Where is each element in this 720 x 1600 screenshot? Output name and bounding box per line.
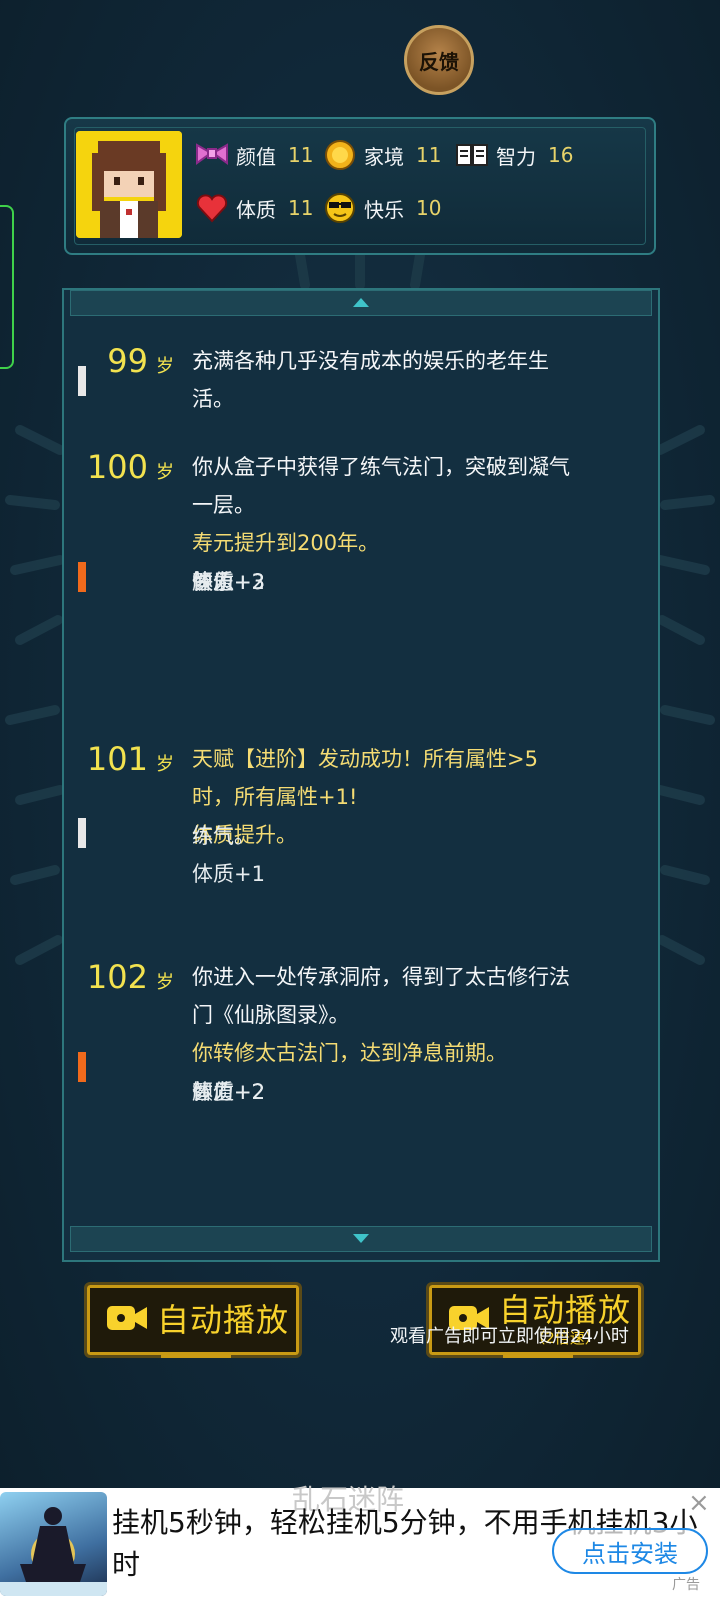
log-age: 102 岁	[64, 958, 174, 996]
sunglasses-face-icon	[322, 190, 358, 226]
log-line: 体质+1	[192, 862, 265, 886]
stat-label: 体质	[236, 197, 276, 222]
character-avatar	[76, 131, 182, 238]
age-suffix: 岁	[156, 754, 174, 775]
stat-label: 家境	[364, 144, 404, 169]
side-drawer-tab[interactable]	[0, 205, 14, 369]
feedback-label: 反馈	[419, 49, 459, 74]
scroll-down-bar[interactable]	[70, 1226, 652, 1252]
auto-play-button[interactable]: 自动播放	[84, 1282, 302, 1358]
entry-marker	[78, 818, 86, 848]
stat-value: 11	[288, 196, 314, 220]
log-line: 充满各种几乎没有成本的娱乐的老年生	[192, 349, 549, 373]
age-suffix: 岁	[156, 356, 174, 377]
log-line: 活。	[192, 387, 234, 411]
log-line: 体质提升。	[192, 823, 297, 847]
heart-icon	[194, 190, 230, 226]
log-line: 天赋【进阶】发动成功！所有属性>5	[192, 747, 538, 771]
stat-value: 11	[288, 143, 314, 167]
feedback-button[interactable]: 反馈	[404, 25, 474, 95]
ad-tag: 广告	[672, 1577, 700, 1593]
log-line: 你进入一处传承洞府，得到了太古修行法	[192, 965, 570, 989]
entry-marker	[78, 562, 86, 592]
stat-happiness: 快乐 10	[322, 188, 441, 228]
arrow-up-icon	[353, 298, 369, 307]
log-line: 寿元提升到200年。	[192, 531, 380, 555]
entry-marker	[78, 366, 86, 396]
log-entry-lines: 你进入一处传承洞府，得到了太古修行法 门《仙脉图录》。 你转修太古法门，达到净息…	[192, 958, 632, 1104]
auto-play-label: 自动播放	[157, 1301, 290, 1339]
log-line: 时，所有属性+1!	[192, 785, 358, 809]
coin-icon	[322, 137, 358, 173]
stat-label: 智力	[496, 144, 536, 169]
log-entry-lines: 天赋【进阶】发动成功！所有属性>5 时，所有属性+1! 练气。 体质提升。 体质…	[192, 740, 632, 886]
arrow-down-icon	[353, 1234, 369, 1243]
book-icon	[454, 137, 490, 173]
log-age: 101 岁	[64, 740, 174, 778]
stat-label: 颜值	[236, 144, 276, 169]
bow-icon	[194, 137, 230, 173]
stat-constitution: 体质 11	[194, 188, 313, 228]
scroll-up-bar[interactable]	[70, 290, 652, 316]
log-line: 体质+2	[192, 1080, 265, 1104]
ad-banner[interactable]: 乱石迷阵 挂机5秒钟，轻松挂机5分钟，不用手机挂机3小时 点击安装 × 广告	[0, 1483, 720, 1600]
stat-intelligence: 智力 16	[454, 135, 573, 175]
log-entry-lines: 你从盒子中获得了练气法门，突破到凝气 一层。 寿元提升到200年。 颜值+3 智…	[192, 448, 632, 594]
pixel-character-icon	[76, 131, 182, 238]
close-icon[interactable]: ×	[688, 1488, 710, 1518]
log-line: 你从盒子中获得了练气法门，突破到凝气	[192, 455, 570, 479]
age-suffix: 岁	[156, 462, 174, 483]
entry-marker	[78, 1052, 86, 1082]
log-age: 100 岁	[64, 448, 174, 486]
age-number: 99	[107, 342, 148, 380]
age-number: 100	[86, 448, 148, 486]
stat-appearance: 颜值 11	[194, 135, 313, 175]
log-line: 快乐+2	[192, 570, 265, 594]
stat-label: 快乐	[364, 197, 404, 222]
log-entry-lines: 充满各种几乎没有成本的娱乐的老年生 活。	[192, 342, 632, 418]
stat-value: 16	[548, 143, 574, 167]
ad-note: 观看广告即可立即使用24小时	[390, 1326, 629, 1347]
ad-thumbnail[interactable]	[0, 1492, 107, 1596]
log-line: 门《仙脉图录》。	[192, 1003, 350, 1027]
video-camera-icon	[105, 1302, 149, 1338]
log-line: 你转修太古法门，达到净息前期。	[192, 1041, 507, 1065]
stat-family: 家境 11	[322, 135, 441, 175]
install-button[interactable]: 点击安装	[552, 1528, 708, 1574]
age-number: 102	[86, 958, 148, 996]
meditating-figure-icon	[0, 1507, 107, 1596]
stat-value: 10	[416, 196, 442, 220]
log-line: 练气。	[192, 824, 255, 848]
button-tab-decoration	[161, 1352, 231, 1358]
life-log-panel[interactable]: 99 岁 充满各种几乎没有成本的娱乐的老年生 活。 100 岁 你从盒子中获得了练气…	[62, 288, 660, 1262]
age-number: 101	[86, 740, 148, 778]
age-suffix: 岁	[156, 972, 174, 993]
button-tab-decoration	[503, 1352, 573, 1358]
log-line: 一层。	[192, 493, 255, 517]
stat-value: 11	[416, 143, 442, 167]
